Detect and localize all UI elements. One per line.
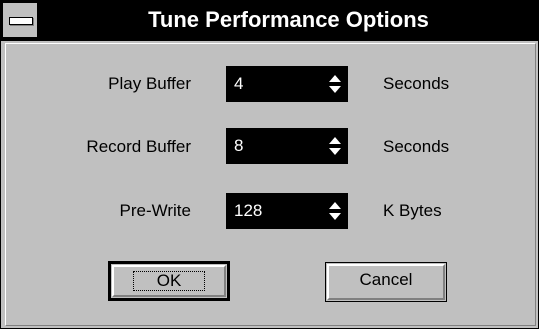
play-buffer-value[interactable]: 4 <box>234 66 243 102</box>
ok-button[interactable]: OK <box>108 261 230 301</box>
pre-write-spinner[interactable]: 128 <box>226 193 348 229</box>
record-buffer-unit: Seconds <box>383 137 450 156</box>
system-menu-icon <box>9 17 33 25</box>
title-bar[interactable]: Tune Performance Options <box>1 1 538 41</box>
dialog-title: Tune Performance Options <box>148 7 429 32</box>
pre-write-label: Pre-Write <box>119 201 191 220</box>
record-buffer-spinner[interactable]: 8 <box>226 128 348 164</box>
spin-up-down-icon[interactable] <box>328 201 342 221</box>
cancel-button-label: Cancel <box>359 270 413 289</box>
tune-performance-dialog: Tune Performance Options Play Buffer 4 S… <box>0 0 539 329</box>
pre-write-unit: K Bytes <box>383 201 442 220</box>
spin-up-down-icon[interactable] <box>328 136 342 156</box>
ok-button-label: OK <box>156 271 182 290</box>
record-buffer-value[interactable]: 8 <box>234 128 243 164</box>
cancel-button[interactable]: Cancel <box>325 262 447 302</box>
record-buffer-label: Record Buffer <box>86 137 191 156</box>
play-buffer-unit: Seconds <box>383 74 450 93</box>
spin-up-down-icon[interactable] <box>328 74 342 94</box>
play-buffer-spinner[interactable]: 4 <box>226 66 348 102</box>
play-buffer-label: Play Buffer <box>108 74 191 93</box>
system-menu-button[interactable] <box>1 1 39 39</box>
pre-write-value[interactable]: 128 <box>234 193 262 229</box>
